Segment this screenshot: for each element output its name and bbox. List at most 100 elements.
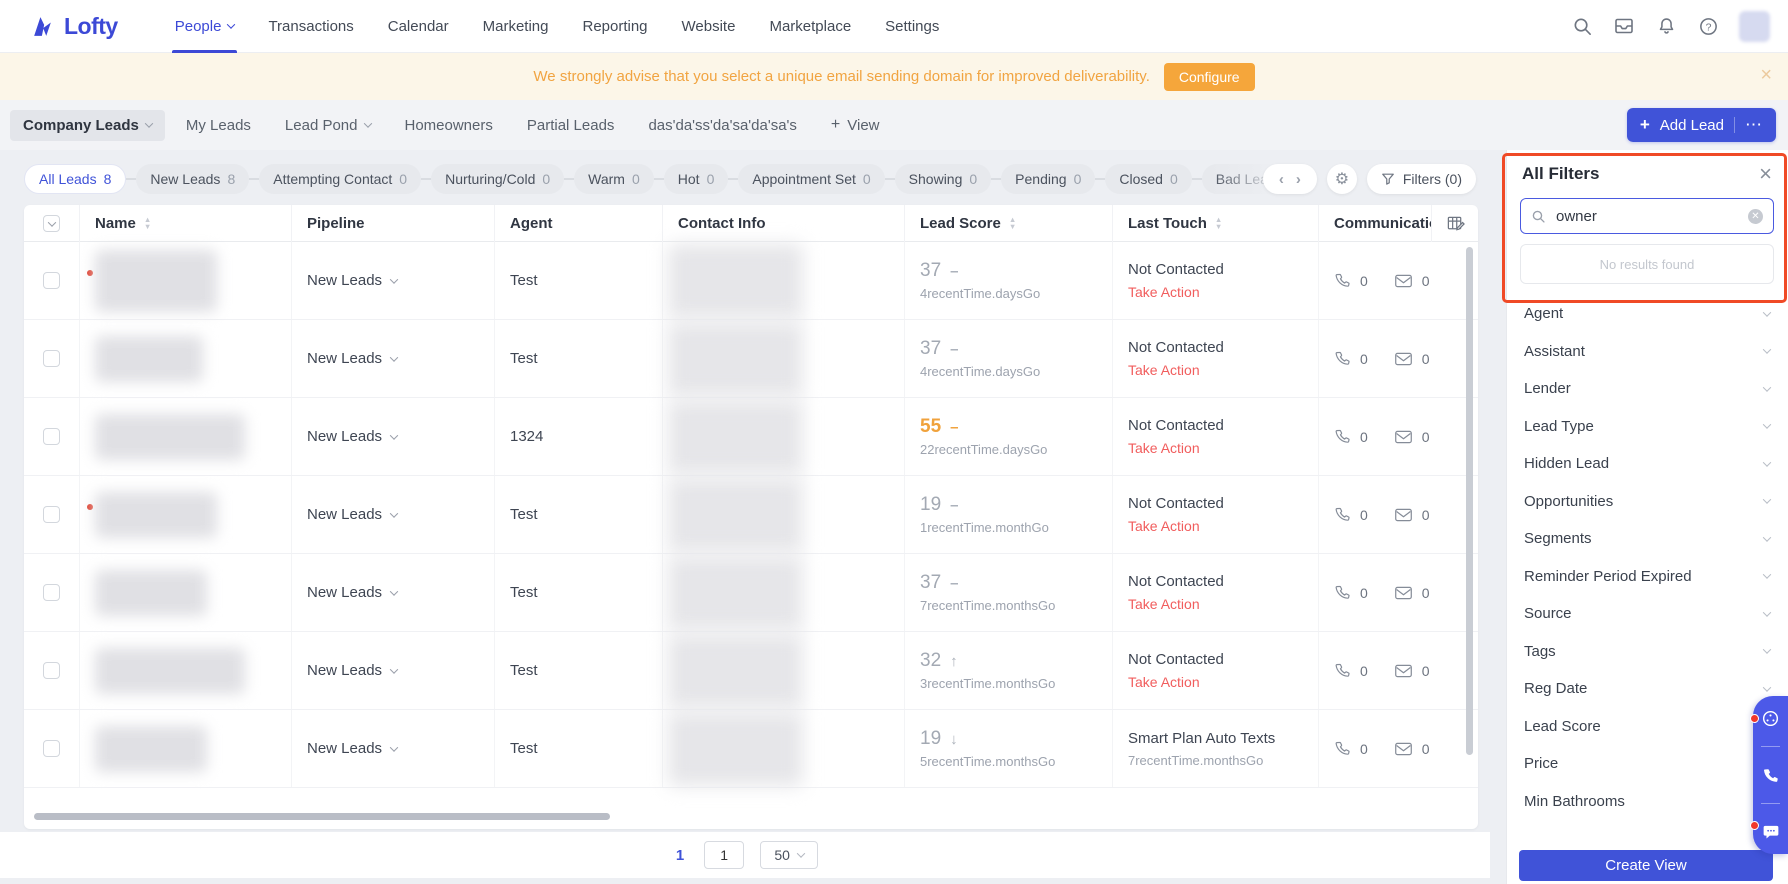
name-cell[interactable] bbox=[80, 554, 292, 631]
stage-pill-hot[interactable]: Hot0 bbox=[664, 164, 729, 194]
pipeline-select[interactable]: New Leads bbox=[307, 740, 397, 757]
name-cell[interactable] bbox=[80, 710, 292, 787]
phone-icon[interactable] bbox=[1334, 506, 1351, 523]
filter-category-min-bathrooms[interactable]: Min Bathrooms bbox=[1507, 783, 1788, 821]
take-action-link[interactable]: Take Action bbox=[1128, 674, 1200, 690]
pipeline-select[interactable]: New Leads bbox=[307, 350, 397, 367]
pipeline-select[interactable]: New Leads bbox=[307, 272, 397, 289]
stage-settings-gear-icon[interactable]: ⚙ bbox=[1327, 164, 1357, 194]
stage-pill-all-leads[interactable]: All Leads8 bbox=[24, 164, 126, 194]
nav-item-people[interactable]: People bbox=[158, 0, 252, 53]
take-action-link[interactable]: Take Action bbox=[1128, 284, 1200, 300]
stage-pill-new-leads[interactable]: New Leads8 bbox=[136, 164, 249, 194]
column-header-lead-score[interactable]: Lead Score▲▼ bbox=[905, 205, 1113, 242]
email-icon[interactable] bbox=[1394, 429, 1413, 445]
view-tab-das-da-ss-da-sa-da-sa-s[interactable]: das'da'ss'da'sa'da'sa's bbox=[635, 110, 809, 141]
filter-search-input[interactable] bbox=[1554, 207, 1740, 226]
select-all-box[interactable] bbox=[43, 215, 60, 232]
scroll-right-icon[interactable]: › bbox=[1296, 171, 1301, 188]
column-header-last-touch[interactable]: Last Touch▲▼ bbox=[1113, 205, 1319, 242]
page-jump-input[interactable] bbox=[704, 841, 744, 869]
email-icon[interactable] bbox=[1394, 351, 1413, 367]
horizontal-scrollbar[interactable] bbox=[34, 813, 610, 820]
filter-category-opportunities[interactable]: Opportunities bbox=[1507, 483, 1788, 521]
user-avatar[interactable] bbox=[1739, 11, 1770, 42]
search-icon[interactable] bbox=[1571, 15, 1593, 37]
add-lead-button[interactable]: + Add Lead ⋯ bbox=[1627, 108, 1776, 142]
current-page-button[interactable]: 1 bbox=[672, 847, 688, 864]
view-tab-homeowners[interactable]: Homeowners bbox=[392, 110, 506, 141]
column-header-pipeline[interactable]: Pipeline bbox=[292, 205, 495, 242]
name-cell[interactable] bbox=[80, 398, 292, 475]
pipeline-select[interactable]: New Leads bbox=[307, 428, 397, 445]
phone-icon[interactable] bbox=[1334, 662, 1351, 679]
take-action-link[interactable]: Take Action bbox=[1128, 518, 1200, 534]
name-cell[interactable] bbox=[80, 242, 292, 319]
nav-item-transactions[interactable]: Transactions bbox=[251, 0, 370, 53]
email-icon[interactable] bbox=[1394, 273, 1413, 289]
stage-scroll-arrows[interactable]: ‹ › bbox=[1263, 164, 1317, 194]
filter-category-price[interactable]: Price bbox=[1507, 745, 1788, 783]
row-checkbox[interactable] bbox=[43, 350, 60, 367]
view-tab-view[interactable]: +View bbox=[818, 110, 893, 141]
notifications-bell-icon[interactable] bbox=[1655, 15, 1677, 37]
stage-pill-appointment-set[interactable]: Appointment Set0 bbox=[738, 164, 884, 194]
banner-close-icon[interactable]: × bbox=[1760, 65, 1772, 85]
chat-icon[interactable] bbox=[1761, 822, 1780, 841]
filter-category-agent[interactable]: Agent bbox=[1507, 295, 1788, 333]
vertical-scrollbar[interactable] bbox=[1466, 247, 1473, 755]
clear-search-icon[interactable]: ✕ bbox=[1748, 209, 1763, 224]
help-icon[interactable]: ? bbox=[1697, 15, 1719, 37]
view-tab-company-leads[interactable]: Company Leads bbox=[10, 110, 165, 141]
phone-icon[interactable] bbox=[1334, 272, 1351, 289]
pipeline-select[interactable]: New Leads bbox=[307, 506, 397, 523]
row-checkbox[interactable] bbox=[43, 662, 60, 679]
pipeline-select[interactable]: New Leads bbox=[307, 662, 397, 679]
view-tab-partial-leads[interactable]: Partial Leads bbox=[514, 110, 628, 141]
stage-pill-nurturing-cold[interactable]: Nurturing/Cold0 bbox=[431, 164, 564, 194]
discover-icon[interactable] bbox=[1761, 709, 1780, 728]
email-icon[interactable] bbox=[1394, 585, 1413, 601]
column-header-communication[interactable]: Communication bbox=[1319, 205, 1478, 242]
column-settings-icon[interactable] bbox=[1431, 205, 1478, 242]
filter-category-lender[interactable]: Lender bbox=[1507, 370, 1788, 408]
take-action-link[interactable]: Take Action bbox=[1128, 596, 1200, 612]
name-cell[interactable] bbox=[80, 476, 292, 553]
stage-pill-attempting-contact[interactable]: Attempting Contact0 bbox=[259, 164, 421, 194]
column-header-agent[interactable]: Agent bbox=[495, 205, 663, 242]
filter-category-segments[interactable]: Segments bbox=[1507, 520, 1788, 558]
stage-pill-pending[interactable]: Pending0 bbox=[1001, 164, 1095, 194]
phone-icon[interactable] bbox=[1334, 350, 1351, 367]
email-icon[interactable] bbox=[1394, 507, 1413, 523]
nav-item-calendar[interactable]: Calendar bbox=[371, 0, 466, 53]
create-view-button[interactable]: Create View bbox=[1519, 850, 1773, 881]
lofty-logo[interactable]: Lofty bbox=[30, 13, 118, 40]
take-action-link[interactable]: Take Action bbox=[1128, 440, 1200, 456]
sort-arrows-icon[interactable]: ▲▼ bbox=[1009, 217, 1016, 230]
column-header-name[interactable]: Name▲▼ bbox=[80, 205, 292, 242]
email-icon[interactable] bbox=[1394, 663, 1413, 679]
view-tab-my-leads[interactable]: My Leads bbox=[173, 110, 264, 141]
row-checkbox[interactable] bbox=[43, 584, 60, 601]
nav-item-reporting[interactable]: Reporting bbox=[565, 0, 664, 53]
filter-category-reminder-period-expired[interactable]: Reminder Period Expired bbox=[1507, 558, 1788, 596]
phone-icon[interactable] bbox=[1334, 428, 1351, 445]
configure-button[interactable]: Configure bbox=[1164, 63, 1255, 91]
view-tab-lead-pond[interactable]: Lead Pond bbox=[272, 110, 384, 141]
email-icon[interactable] bbox=[1394, 741, 1413, 757]
inbox-icon[interactable] bbox=[1613, 15, 1635, 37]
phone-icon[interactable] bbox=[1761, 766, 1780, 785]
filter-category-lead-type[interactable]: Lead Type bbox=[1507, 408, 1788, 446]
row-checkbox[interactable] bbox=[43, 272, 60, 289]
filter-category-assistant[interactable]: Assistant bbox=[1507, 333, 1788, 371]
filter-category-lead-score[interactable]: Lead Score bbox=[1507, 708, 1788, 746]
row-checkbox[interactable] bbox=[43, 428, 60, 445]
page-size-select[interactable]: 50 bbox=[760, 841, 818, 869]
filters-button[interactable]: Filters (0) bbox=[1367, 164, 1476, 194]
row-checkbox[interactable] bbox=[43, 740, 60, 757]
name-cell[interactable] bbox=[80, 320, 292, 397]
column-header-contact-info[interactable]: Contact Info bbox=[663, 205, 905, 242]
pipeline-select[interactable]: New Leads bbox=[307, 584, 397, 601]
stage-pill-warm[interactable]: Warm0 bbox=[574, 164, 654, 194]
scroll-left-icon[interactable]: ‹ bbox=[1279, 171, 1284, 188]
